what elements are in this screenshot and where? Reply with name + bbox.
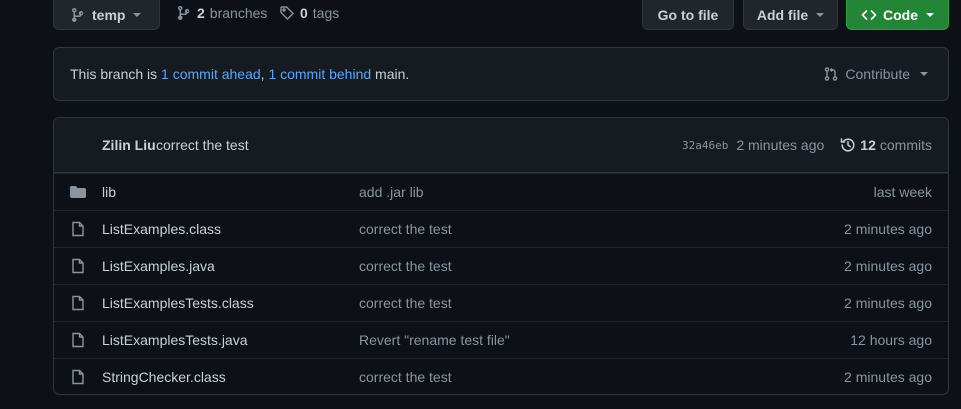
- chevron-down-icon: [920, 72, 928, 76]
- file-commit-message[interactable]: correct the test: [359, 369, 452, 385]
- commits-label: commits: [879, 137, 932, 153]
- file-name[interactable]: ListExamplesTests.class: [102, 295, 254, 311]
- file-row-listexamplestests-java[interactable]: ListExamplesTests.java Revert "rename te…: [54, 321, 948, 358]
- file-name[interactable]: lib: [102, 184, 116, 200]
- commit-sha[interactable]: 32a46eb: [682, 139, 728, 152]
- file-row-stringchecker-class[interactable]: StringChecker.class correct the test 2 m…: [54, 358, 948, 394]
- code-label: Code: [883, 6, 918, 23]
- file-name[interactable]: ListExamplesTests.java: [102, 332, 248, 348]
- commits-count: 12: [860, 137, 876, 153]
- repo-page: temp 2 branches 0 tags Go to file Add fi…: [0, 0, 961, 409]
- commits-history-link[interactable]: 12 commits: [840, 137, 932, 153]
- commit-meta: 32a46eb 2 minutes ago 12 commits: [682, 137, 932, 153]
- repo-toolbar: temp 2 branches 0 tags Go to file Add fi…: [53, 0, 949, 30]
- commit-message[interactable]: correct the test: [156, 137, 249, 153]
- file-icon: [72, 295, 84, 311]
- chevron-down-icon: [133, 12, 142, 17]
- go-to-file-button[interactable]: Go to file: [642, 0, 734, 30]
- file-commit-date: 2 minutes ago: [844, 221, 932, 237]
- branch-name: temp: [92, 6, 126, 23]
- file-commit-message[interactable]: correct the test: [359, 295, 452, 311]
- file-row-listexamples-java[interactable]: ListExamples.java correct the test 2 min…: [54, 247, 948, 284]
- file-icon: [72, 221, 84, 237]
- status-prefix: This branch is: [70, 66, 162, 82]
- file-icon: [72, 332, 84, 348]
- tags-label: tags: [312, 5, 340, 21]
- add-file-label: Add file: [756, 6, 809, 23]
- file-commit-date: 2 minutes ago: [844, 258, 932, 274]
- git-pull-request-icon: [825, 67, 838, 81]
- file-icon: [72, 369, 84, 385]
- commits-ahead-link[interactable]: 1 commit ahead: [161, 66, 261, 82]
- commits-behind-link[interactable]: 1 commit behind: [268, 66, 371, 82]
- commit-author[interactable]: Zilin Liu: [102, 137, 156, 153]
- code-icon: [861, 9, 877, 20]
- branches-link[interactable]: 2 branches: [176, 5, 267, 21]
- file-row-listexamplestests-class[interactable]: ListExamplesTests.class correct the test…: [54, 284, 948, 321]
- git-branch-icon: [72, 7, 84, 22]
- branches-label: branches: [209, 5, 268, 21]
- git-branch-icon: [178, 6, 190, 20]
- tags-link[interactable]: 0 tags: [279, 5, 339, 21]
- commit-time: 2 minutes ago: [736, 137, 825, 153]
- history-icon: [841, 138, 855, 152]
- file-name[interactable]: StringChecker.class: [102, 369, 226, 385]
- add-file-button[interactable]: Add file: [743, 0, 838, 30]
- folder-icon: [70, 186, 86, 198]
- file-row-listexamples-class[interactable]: ListExamples.class correct the test 2 mi…: [54, 210, 948, 247]
- file-name[interactable]: ListExamples.class: [102, 221, 221, 237]
- branch-select-button[interactable]: temp: [53, 0, 160, 30]
- tags-count: 0: [300, 5, 308, 21]
- file-commit-date: last week: [873, 184, 932, 200]
- file-commit-date: 12 hours ago: [850, 332, 932, 348]
- file-list: Zilin Liu correct the test 32a46eb 2 min…: [53, 117, 949, 395]
- code-button[interactable]: Code: [846, 0, 949, 30]
- tag-icon: [280, 6, 294, 20]
- file-commit-message[interactable]: Revert "rename test file": [359, 332, 510, 348]
- contribute-label: Contribute: [845, 66, 910, 82]
- file-commit-message[interactable]: correct the test: [359, 258, 452, 274]
- go-to-file-label: Go to file: [657, 6, 719, 23]
- chevron-down-icon: [816, 12, 825, 17]
- branch-status-box: This branch is 1 commit ahead , 1 commit…: [53, 47, 949, 101]
- file-commit-date: 2 minutes ago: [844, 295, 932, 311]
- file-commit-message[interactable]: correct the test: [359, 221, 452, 237]
- contribute-button[interactable]: Contribute: [823, 66, 928, 82]
- file-icon: [72, 258, 84, 274]
- chevron-down-icon: [926, 12, 934, 17]
- file-name[interactable]: ListExamples.java: [102, 258, 215, 274]
- file-commit-date: 2 minutes ago: [844, 369, 932, 385]
- status-suffix: main.: [371, 66, 410, 82]
- status-separator: ,: [260, 66, 269, 82]
- file-row-lib[interactable]: lib add .jar lib last week: [54, 173, 948, 210]
- latest-commit-header: Zilin Liu correct the test 32a46eb 2 min…: [54, 118, 948, 173]
- file-commit-message[interactable]: add .jar lib: [359, 184, 424, 200]
- branches-count: 2: [197, 5, 205, 21]
